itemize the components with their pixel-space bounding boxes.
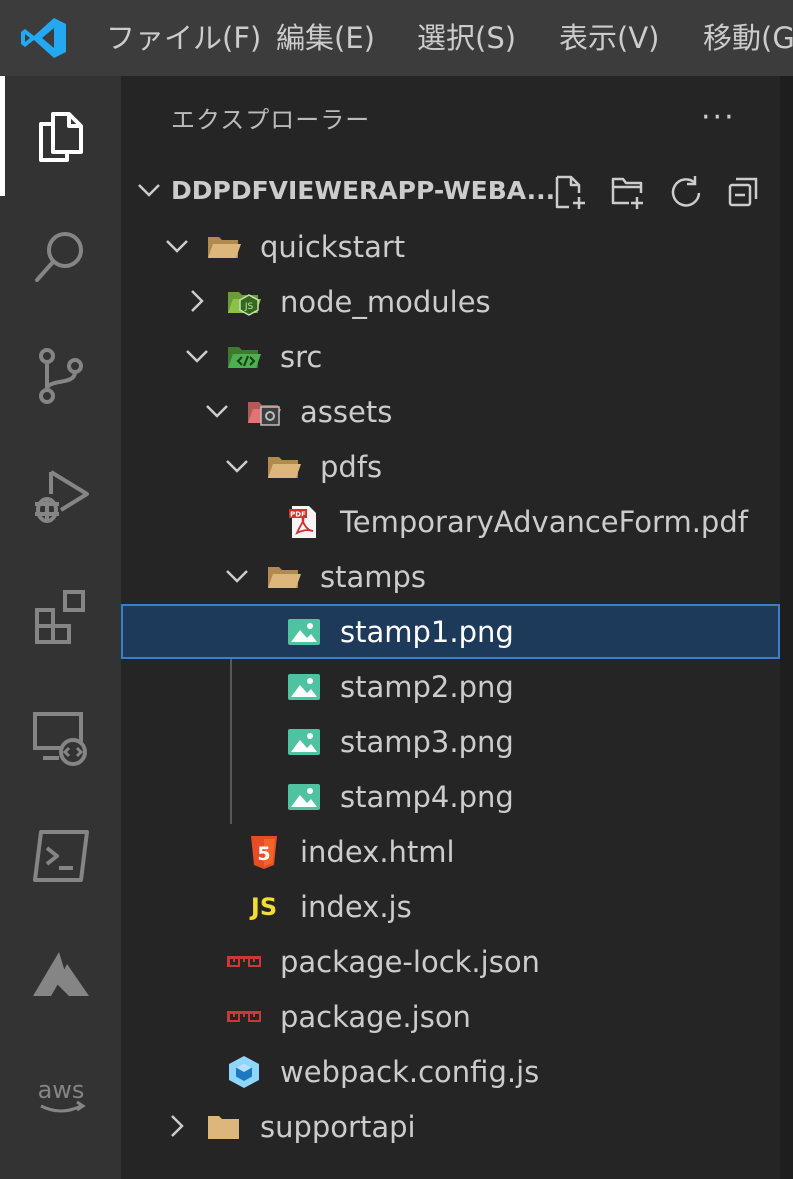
search-icon[interactable] (0, 201, 121, 311)
tree-item-label: index.html (300, 835, 455, 869)
run-debug-icon[interactable] (0, 441, 121, 551)
editor-edge (780, 76, 793, 1179)
tree-item[interactable]: assets (121, 384, 780, 439)
tree-item[interactable]: 5 index.html (121, 824, 780, 879)
menu-selection[interactable]: 選択(S) (417, 18, 516, 58)
tree-item-label: TemporaryAdvanceForm.pdf (340, 505, 748, 539)
menu-file[interactable]: ファイル(F) (106, 18, 261, 58)
tree-item[interactable]: quickstart (121, 219, 780, 274)
tree-item[interactable]: stamp2.png (121, 659, 780, 714)
explorer-sidebar: エクスプローラー ··· DDPDFVIEWERAPP-WEBA... quic… (121, 76, 780, 1179)
terminal-icon[interactable] (0, 801, 121, 911)
chevron-right-icon[interactable] (163, 1112, 191, 1140)
vscode-logo-icon[interactable] (20, 16, 68, 60)
js-file-icon: JS (250, 893, 278, 921)
image-file-icon (285, 778, 323, 816)
tree-item[interactable]: stamp1.png (121, 604, 780, 659)
activity-bar: aws (0, 76, 121, 1179)
tree-item-label: stamp3.png (340, 725, 514, 759)
tree-item[interactable]: pdfs (121, 439, 780, 494)
tree-item-label: pdfs (320, 450, 383, 484)
src-folder-icon (225, 338, 263, 376)
tree-item[interactable]: package-lock.json (121, 934, 780, 989)
image-file-icon (285, 668, 323, 706)
workspace-root-header[interactable]: DDPDFVIEWERAPP-WEBA... (121, 164, 780, 219)
tree-item-label: quickstart (260, 230, 406, 264)
chevron-down-icon[interactable] (223, 562, 251, 590)
folder-closed-icon (205, 1108, 243, 1146)
assets-folder-icon (245, 393, 283, 431)
new-folder-icon[interactable] (605, 170, 651, 214)
tree-item[interactable]: stamps (121, 549, 780, 604)
chevron-down-icon[interactable] (163, 232, 191, 260)
svg-text:JS: JS (244, 302, 254, 312)
sidebar-title: エクスプローラー (171, 106, 371, 134)
remote-explorer-icon[interactable] (0, 681, 121, 791)
explorer-icon[interactable] (0, 81, 121, 191)
tree-item[interactable]: webpack.config.js (121, 1044, 780, 1099)
extensions-icon[interactable] (0, 561, 121, 671)
refresh-icon[interactable] (663, 170, 709, 214)
folder-open-icon (265, 448, 303, 486)
tree-item[interactable]: JS node_modules (121, 274, 780, 329)
tree-item-label: index.js (300, 890, 412, 924)
tree-item-label: supportapi (260, 1110, 416, 1144)
tree-item-label: webpack.config.js (280, 1055, 540, 1089)
tree-item[interactable]: stamp4.png (121, 769, 780, 824)
menu-edit[interactable]: 編集(E) (276, 18, 375, 58)
npm-file-icon (225, 998, 263, 1036)
folder-open-icon (205, 228, 243, 266)
file-tree: quickstart JS node_modulessrc assets pdfs PDF… (121, 219, 780, 1154)
tree-item-label: stamp1.png (340, 615, 514, 649)
menu-go[interactable]: 移動(G) (703, 18, 793, 58)
collapse-all-icon[interactable] (721, 170, 767, 214)
tree-item[interactable]: PDF TemporaryAdvanceForm.pdf (121, 494, 780, 549)
tree-item-label: stamp4.png (340, 780, 514, 814)
chevron-down-icon[interactable] (223, 452, 251, 480)
tree-item-label: stamps (320, 560, 427, 594)
tree-item[interactable]: supportapi (121, 1099, 780, 1154)
chevron-down-icon[interactable] (183, 342, 211, 370)
tree-item[interactable]: JS index.js (121, 879, 780, 934)
azure-icon[interactable] (0, 921, 121, 1031)
menu-bar: ファイル(F) 編集(E) 選択(S) 表示(V) 移動(G) (0, 0, 793, 76)
root-actions (547, 170, 767, 214)
webpack-file-icon (225, 1053, 263, 1091)
tree-item[interactable]: stamp3.png (121, 714, 780, 769)
source-control-icon[interactable] (0, 321, 121, 431)
tree-item[interactable]: package.json (121, 989, 780, 1044)
tree-item-label: stamp2.png (340, 670, 514, 704)
html-file-icon: 5 (245, 833, 283, 871)
tree-item-label: node_modules (280, 285, 491, 319)
menu-view[interactable]: 表示(V) (559, 18, 659, 58)
tree-item[interactable]: src (121, 329, 780, 384)
tree-item-label: package-lock.json (280, 945, 540, 979)
pdf-file-icon: PDF (285, 503, 323, 541)
chevron-down-icon[interactable] (203, 397, 231, 425)
folder-open-icon (265, 558, 303, 596)
npm-file-icon (225, 943, 263, 981)
new-file-icon[interactable] (547, 170, 593, 214)
tree-item-label: assets (300, 395, 393, 429)
chevron-right-icon[interactable] (183, 287, 211, 315)
tree-item-label: src (280, 340, 323, 374)
svg-text:aws: aws (37, 1076, 84, 1104)
image-file-icon (285, 723, 323, 761)
svg-text:5: 5 (257, 843, 270, 865)
aws-icon[interactable]: aws (0, 1041, 121, 1151)
image-file-icon (285, 613, 323, 651)
chevron-down-icon (138, 184, 160, 197)
tree-item-label: package.json (280, 1000, 471, 1034)
workspace-name: DDPDFVIEWERAPP-WEBA... (171, 176, 556, 205)
more-actions-icon[interactable]: ··· (701, 100, 736, 136)
node-folder-icon: JS (225, 283, 263, 321)
